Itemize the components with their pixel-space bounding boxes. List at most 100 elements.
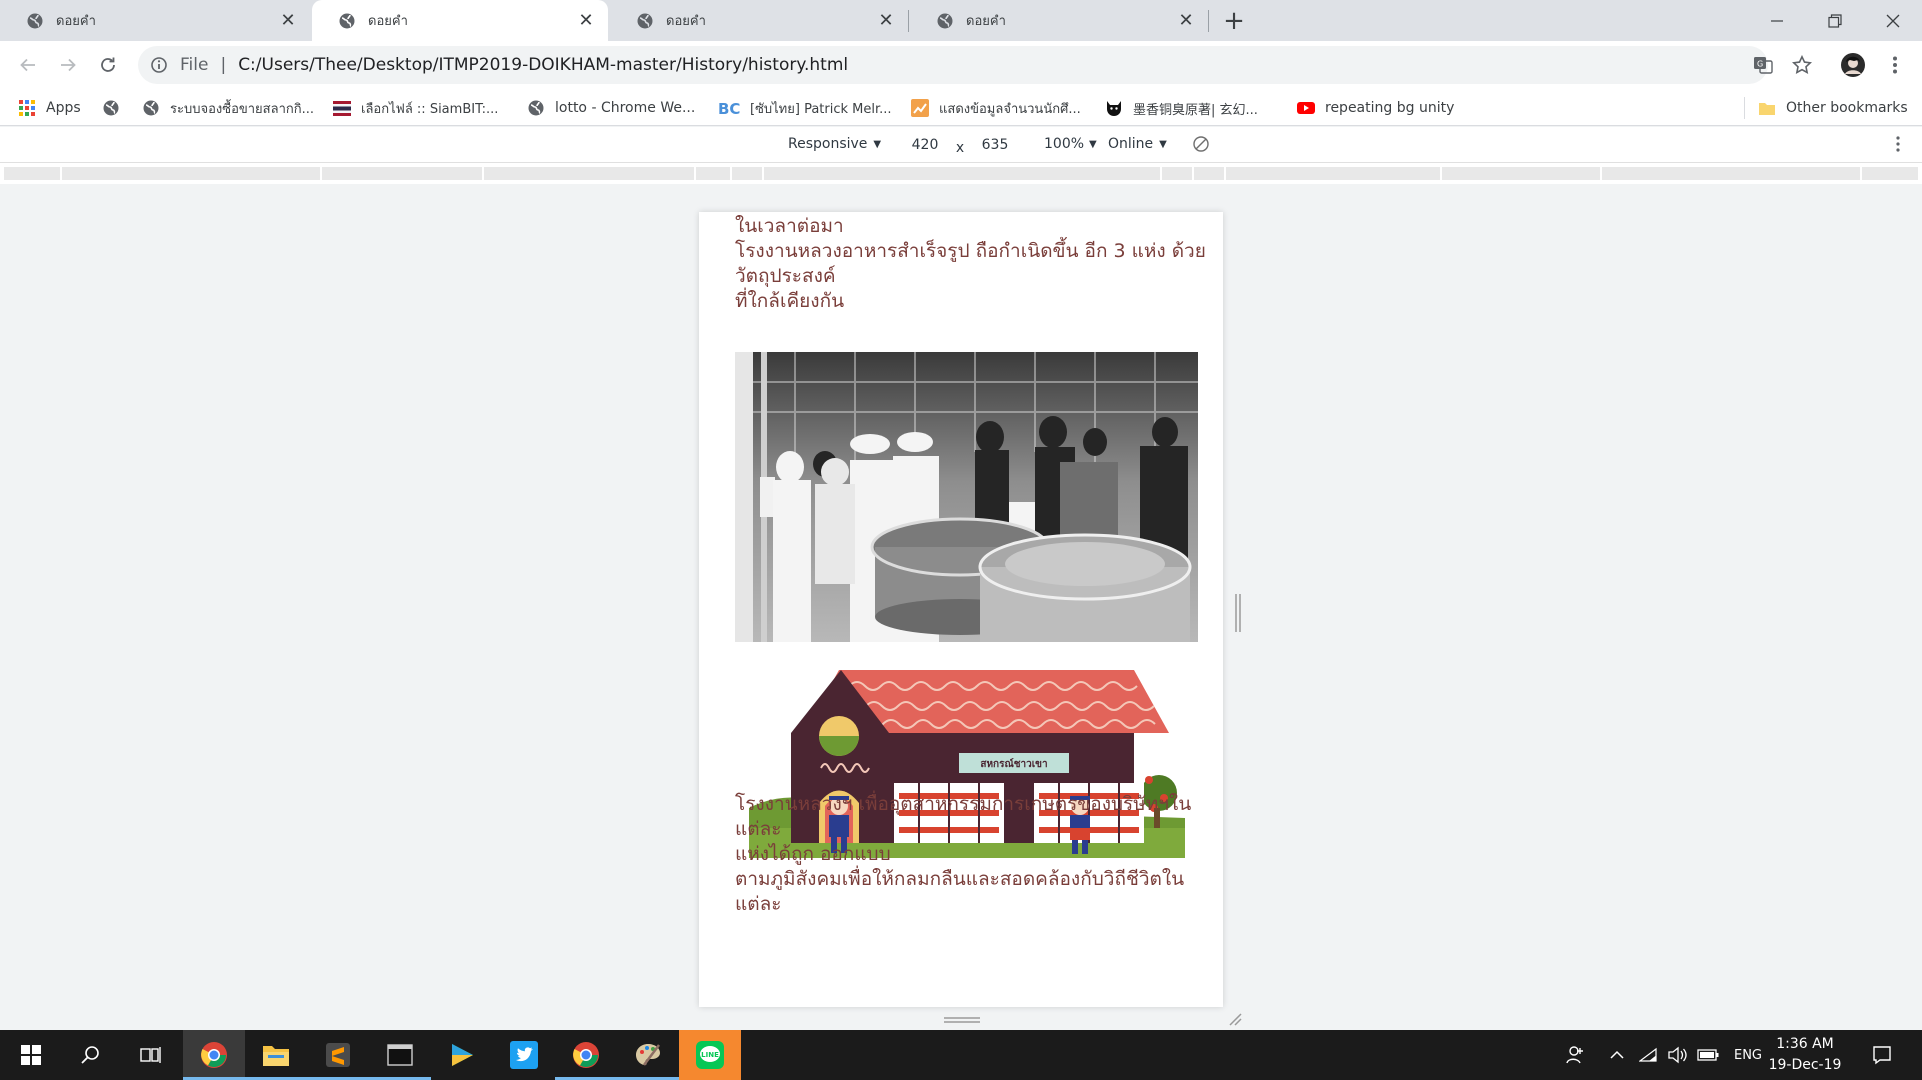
media-query-segment[interactable] xyxy=(62,167,320,180)
emulated-viewport-area: ในเวลาต่อมา โรงงานหลวงอาหารสำเร็จรูป ถือ… xyxy=(0,184,1922,1030)
profile-avatar-button[interactable] xyxy=(1840,52,1866,78)
media-query-segment[interactable] xyxy=(1442,167,1600,180)
media-query-segment[interactable] xyxy=(696,167,730,180)
taskbar-paint[interactable] xyxy=(617,1030,679,1080)
bookmark-novel[interactable]: 墨香铜臭原著| 玄幻... xyxy=(1105,97,1258,119)
bookmark-lotto-extension[interactable]: lotto - Chrome We... xyxy=(527,97,695,119)
zoom-select[interactable]: 100% ▼ xyxy=(1044,136,1097,152)
minimize-button[interactable] xyxy=(1748,0,1806,41)
bookmark-star-button[interactable] xyxy=(1789,52,1815,78)
people-button[interactable] xyxy=(1560,1030,1590,1080)
taskbar-terminal[interactable] xyxy=(369,1030,431,1080)
browser-tab[interactable]: ดอยคำ ✕ xyxy=(910,0,1208,41)
other-bookmarks-folder[interactable]: Other bookmarks xyxy=(1758,97,1908,119)
battery-button[interactable] xyxy=(1694,1030,1722,1080)
back-button[interactable] xyxy=(14,51,42,79)
bookmark-apps[interactable]: Apps xyxy=(18,97,81,119)
youtube-icon xyxy=(1297,102,1315,114)
resize-handle-right[interactable] xyxy=(1234,594,1242,632)
device-toolbar: Responsive ▼ 420 x 635 100% ▼ Online ▼ xyxy=(0,127,1922,163)
restore-icon xyxy=(1828,13,1842,28)
translate-button[interactable]: G xyxy=(1750,52,1776,78)
taskbar-chrome-2[interactable] xyxy=(555,1030,617,1080)
taskbar-line[interactable]: LINE xyxy=(679,1030,741,1080)
caret-down-icon: ▼ xyxy=(873,138,882,150)
resize-handle-corner[interactable] xyxy=(1228,1012,1242,1026)
browser-tab[interactable]: ดอยคำ ✕ xyxy=(0,0,310,41)
media-query-segment[interactable] xyxy=(732,167,762,180)
taskbar-sublime-text[interactable] xyxy=(307,1030,369,1080)
media-query-segment[interactable] xyxy=(764,167,1160,180)
folder-icon xyxy=(1759,103,1775,115)
emulated-page[interactable]: ในเวลาต่อมา โรงงานหลวงอาหารสำเร็จรูป ถือ… xyxy=(699,212,1223,1007)
globe-icon xyxy=(528,100,544,116)
taskbar-clock[interactable]: 1:36 AM 19-Dec-19 xyxy=(1760,1034,1850,1076)
url-text[interactable]: C:/Users/Thee/Desktop/ITMP2019-DOIKHAM-m… xyxy=(238,55,848,75)
black-cat-icon xyxy=(1107,101,1121,116)
close-icon[interactable]: ✕ xyxy=(574,9,598,33)
chrome-menu-button[interactable] xyxy=(1882,52,1908,78)
device-toolbar-menu-button[interactable] xyxy=(1896,136,1900,152)
taskbar-file-explorer[interactable] xyxy=(245,1030,307,1080)
close-icon[interactable]: ✕ xyxy=(874,9,898,33)
svg-text:BC: BC xyxy=(718,100,740,117)
battery-icon xyxy=(1697,1049,1719,1061)
info-icon[interactable] xyxy=(150,56,168,74)
bookmark-student-data[interactable]: แสดงข้อมูลจำนวนนักศึ... xyxy=(911,97,1081,119)
media-query-segment[interactable] xyxy=(1226,167,1440,180)
bookmark-youtube[interactable]: repeating bg unity xyxy=(1297,97,1454,119)
close-icon[interactable]: ✕ xyxy=(276,9,300,33)
close-icon[interactable]: ✕ xyxy=(1174,9,1198,33)
tray-overflow-button[interactable] xyxy=(1604,1030,1630,1080)
bookmarks-divider xyxy=(1744,97,1745,119)
start-button[interactable] xyxy=(0,1030,62,1080)
thai-flag-icon xyxy=(333,101,351,116)
resize-handle-bottom[interactable] xyxy=(944,1016,980,1024)
device-label: Responsive xyxy=(788,136,868,152)
network-throttle-select[interactable]: Online ▼ xyxy=(1108,136,1167,152)
media-query-segment[interactable] xyxy=(1862,167,1918,180)
media-query-segment[interactable] xyxy=(322,167,482,180)
bookmark-globe[interactable] xyxy=(102,97,130,119)
media-query-bar[interactable] xyxy=(0,163,1922,184)
browser-tab[interactable]: ดอยคำ ✕ xyxy=(610,0,908,41)
action-center-button[interactable] xyxy=(1862,1030,1902,1080)
history-paragraph-2: โรงงานหลวงฯ เพื่ออุตสาหกรรมการเกษตรของบร… xyxy=(735,792,1223,917)
viewport-width-input[interactable]: 420 xyxy=(900,133,950,157)
avatar xyxy=(1841,53,1865,77)
viewport-height-input[interactable]: 635 xyxy=(970,133,1020,157)
media-query-segment[interactable] xyxy=(1162,167,1192,180)
media-query-segment[interactable] xyxy=(1602,167,1860,180)
rotate-button[interactable] xyxy=(1192,135,1210,153)
volume-button[interactable] xyxy=(1664,1030,1690,1080)
media-query-segment[interactable] xyxy=(484,167,694,180)
taskbar-chrome[interactable] xyxy=(183,1030,245,1080)
browser-tab-active[interactable]: ดอยคำ ✕ xyxy=(312,0,608,41)
task-view-button[interactable] xyxy=(120,1030,182,1080)
search-button[interactable] xyxy=(60,1030,122,1080)
clock-date: 19-Dec-19 xyxy=(1768,1057,1842,1073)
bookmark-lottery[interactable]: ระบบจองซื้อขายสลากกิ... xyxy=(142,97,314,119)
restore-button[interactable] xyxy=(1806,0,1864,41)
taskbar-twitter[interactable] xyxy=(493,1030,555,1080)
text-line: โรงงานหลวงฯ เพื่ออุตสาหกรรมการเกษตรของบร… xyxy=(735,793,1192,840)
bookmark-label: Apps xyxy=(46,100,81,116)
windows-logo-icon xyxy=(21,1045,41,1065)
dimension-separator: x xyxy=(955,140,965,156)
taskbar-media-player[interactable] xyxy=(431,1030,493,1080)
line-app-icon: LINE xyxy=(696,1041,724,1069)
tab-separator xyxy=(908,10,909,32)
forward-button[interactable] xyxy=(54,51,82,79)
media-query-segment[interactable] xyxy=(4,167,60,180)
bookmark-patrick[interactable]: BC [ซับไทย] Patrick Melr... xyxy=(718,97,892,119)
address-bar[interactable]: File | C:/Users/Thee/Desktop/ITMP2019-DO… xyxy=(138,46,1768,84)
new-tab-button[interactable]: + xyxy=(1220,6,1248,36)
media-query-segment[interactable] xyxy=(1194,167,1224,180)
wifi-button[interactable] xyxy=(1636,1030,1662,1080)
device-select[interactable]: Responsive ▼ xyxy=(788,136,881,152)
close-window-button[interactable] xyxy=(1864,0,1922,41)
bookmark-siambit[interactable]: เลือกไฟล์ :: SiamBIT:... xyxy=(333,97,498,119)
text-line: แห่งได้ถูก ออกแบบ xyxy=(735,843,891,865)
tab-separator xyxy=(1208,10,1209,32)
reload-button[interactable] xyxy=(94,51,122,79)
